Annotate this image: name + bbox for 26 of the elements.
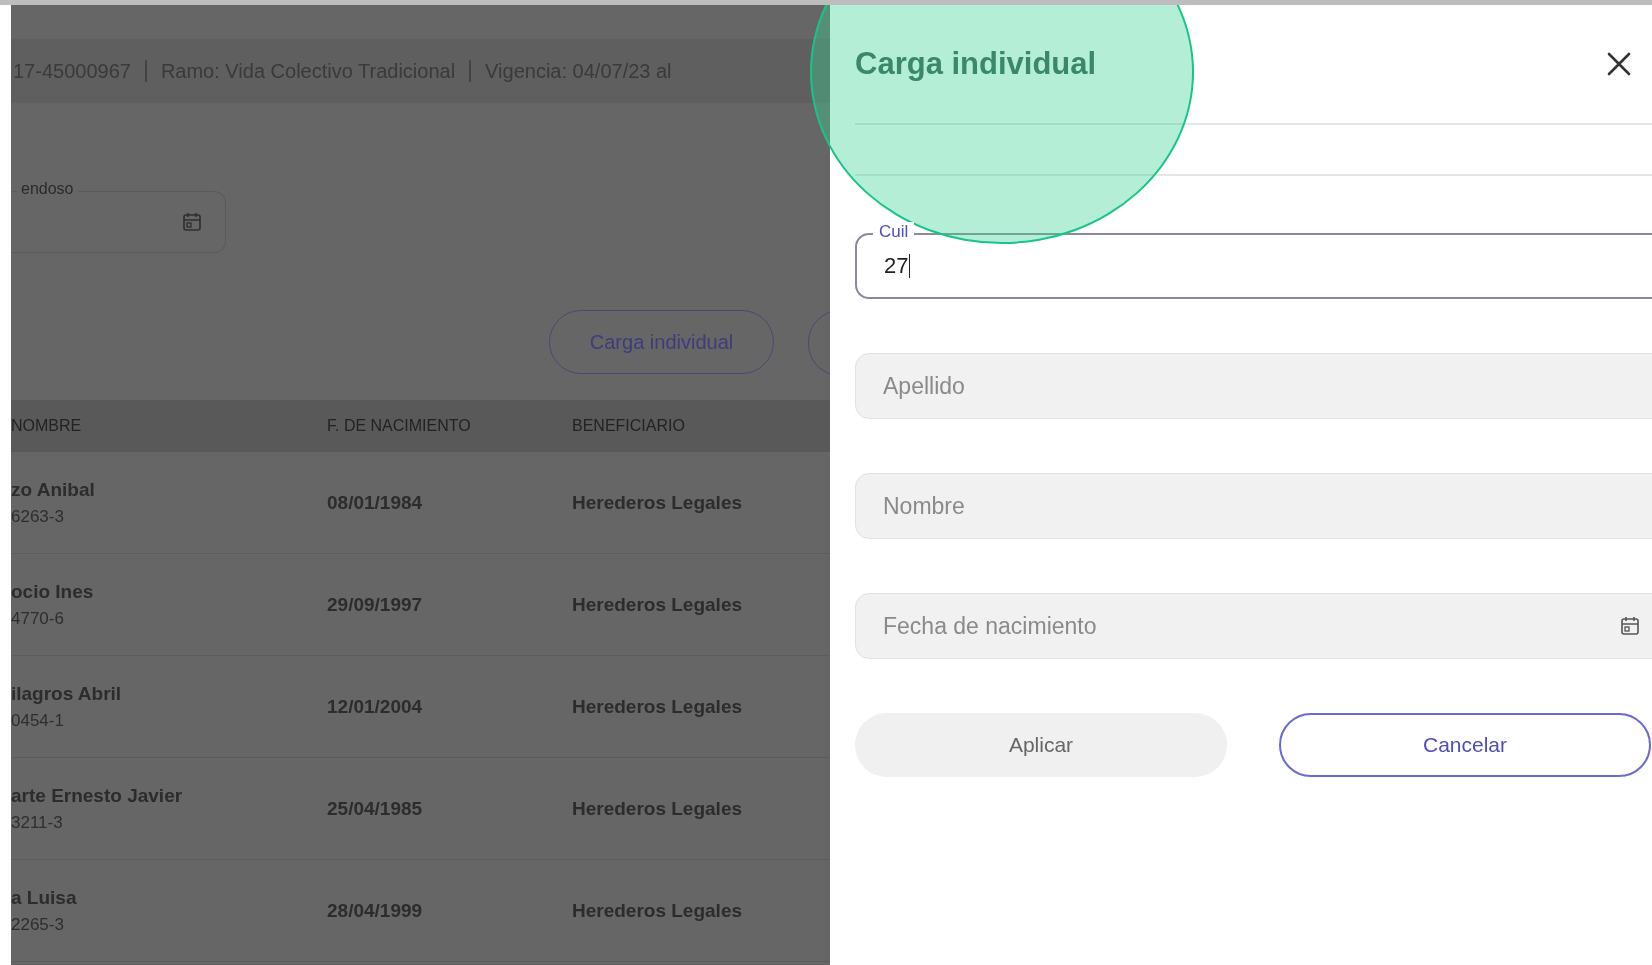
person-id: 2265-3 bbox=[11, 914, 65, 935]
birth-date: 12/01/2004 bbox=[327, 695, 424, 718]
column-header: NOMBRE bbox=[11, 417, 83, 435]
beneficiary: Herederos Legales bbox=[572, 899, 744, 922]
beneficiary: Herederos Legales bbox=[572, 695, 744, 718]
birth-date: 28/04/1999 bbox=[327, 899, 424, 922]
close-icon[interactable] bbox=[1606, 51, 1632, 77]
birth-date: 25/04/1985 bbox=[327, 797, 424, 820]
column-header: BENEFICIARIO bbox=[572, 417, 686, 435]
drawer-title: Carga individual bbox=[855, 46, 1097, 82]
person-name: arte Ernesto Javier bbox=[11, 784, 184, 807]
birth-date: 08/01/1984 bbox=[327, 491, 424, 514]
beneficiary: Herederos Legales bbox=[572, 491, 744, 514]
person-id: 4770-6 bbox=[11, 608, 65, 629]
beneficiary: Herederos Legales bbox=[572, 797, 744, 820]
person-name: zo Anibal bbox=[11, 478, 96, 501]
cancel-button[interactable]: Cancelar bbox=[1279, 713, 1651, 777]
person-id: 3211-3 bbox=[11, 812, 64, 833]
person-id: 0454-1 bbox=[11, 710, 65, 731]
calendar-icon[interactable] bbox=[181, 211, 203, 233]
person-id: 6263-3 bbox=[11, 506, 65, 527]
birth-date: 29/09/1997 bbox=[327, 593, 424, 616]
beneficiary: Herederos Legales bbox=[572, 593, 744, 616]
person-name: ilagros Abril bbox=[11, 682, 123, 705]
person-name: a Luisa bbox=[11, 886, 78, 909]
person-name: ocio Ines bbox=[11, 580, 95, 603]
